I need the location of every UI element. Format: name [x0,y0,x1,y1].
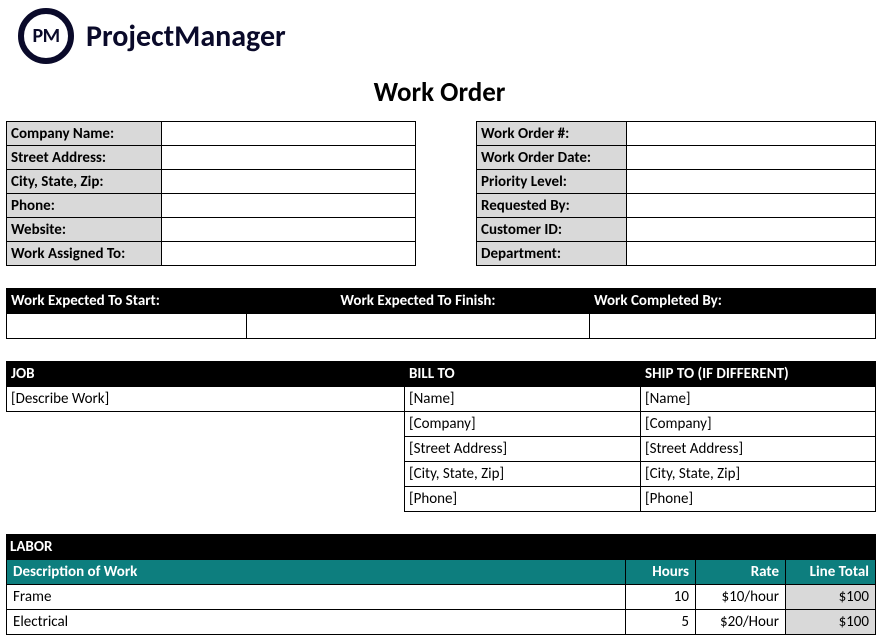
value-company-name[interactable] [162,122,416,146]
label-work-start: Work Expected To Start: [7,289,247,314]
labor-header-desc: Description of Work [7,560,626,585]
info-row: Company Name: Street Address: City, Stat… [6,121,876,266]
ship-to-csz[interactable]: [City, State, Zip] [641,462,876,487]
order-info-table: Work Order #: Work Order Date: Priority … [476,121,876,266]
job-empty [7,487,405,512]
label-department: Department: [477,242,627,266]
header-job: JOB [7,362,405,387]
label-company-name: Company Name: [7,122,162,146]
value-work-completed[interactable] [589,314,875,339]
labor-rate[interactable]: $10/hour [696,585,786,610]
labor-row: Frame 10 $10/hour $100 [7,585,876,610]
job-empty [7,437,405,462]
bill-to-csz[interactable]: [City, State, Zip] [405,462,641,487]
page-title: Work Order [6,72,873,121]
value-street-address[interactable] [162,146,416,170]
labor-line-total: $100 [786,610,876,635]
label-work-finish: Work Expected To Finish: [247,289,590,314]
job-bill-ship-table: JOB BILL TO SHIP TO (IF DIFFERENT) [Desc… [6,361,876,512]
value-work-order-num[interactable] [627,122,876,146]
labor-desc[interactable]: Frame [7,585,626,610]
logo-icon: PM [18,8,74,64]
bill-to-company[interactable]: [Company] [405,412,641,437]
value-priority-level[interactable] [627,170,876,194]
label-phone: Phone: [7,194,162,218]
label-work-assigned-to: Work Assigned To: [7,242,162,266]
label-work-order-num: Work Order #: [477,122,627,146]
header-bill-to: BILL TO [405,362,641,387]
value-work-order-date[interactable] [627,146,876,170]
labor-desc[interactable]: Electrical [7,610,626,635]
bill-to-name[interactable]: [Name] [405,387,641,412]
labor-section-label: LABOR [6,534,876,559]
value-department[interactable] [627,242,876,266]
labor-header-line-total: Line Total [786,560,876,585]
labor-hours[interactable]: 5 [626,610,696,635]
ship-to-name[interactable]: [Name] [641,387,876,412]
value-phone[interactable] [162,194,416,218]
dates-table: Work Expected To Start: Work Expected To… [6,288,876,339]
labor-header-hours: Hours [626,560,696,585]
company-info-table: Company Name: Street Address: City, Stat… [6,121,416,266]
brand-name: ProjectManager [86,18,286,55]
value-customer-id[interactable] [627,218,876,242]
label-priority-level: Priority Level: [477,170,627,194]
ship-to-company[interactable]: [Company] [641,412,876,437]
label-requested-by: Requested By: [477,194,627,218]
value-work-start[interactable] [7,314,247,339]
job-empty [7,462,405,487]
value-work-assigned-to[interactable] [162,242,416,266]
label-work-order-date: Work Order Date: [477,146,627,170]
label-website: Website: [7,218,162,242]
value-work-finish[interactable] [247,314,590,339]
value-website[interactable] [162,218,416,242]
labor-hours[interactable]: 10 [626,585,696,610]
job-description[interactable]: [Describe Work] [7,387,405,412]
labor-table: Description of Work Hours Rate Line Tota… [6,559,876,635]
labor-header-rate: Rate [696,560,786,585]
ship-to-phone[interactable]: [Phone] [641,487,876,512]
value-city-state-zip[interactable] [162,170,416,194]
labor-line-total: $100 [786,585,876,610]
label-customer-id: Customer ID: [477,218,627,242]
bill-to-street[interactable]: [Street Address] [405,437,641,462]
label-street-address: Street Address: [7,146,162,170]
header-ship-to: SHIP TO (IF DIFFERENT) [641,362,876,387]
label-city-state-zip: City, State, Zip: [7,170,162,194]
label-work-completed: Work Completed By: [589,289,875,314]
labor-rate[interactable]: $20/Hour [696,610,786,635]
job-empty [7,412,405,437]
bill-to-phone[interactable]: [Phone] [405,487,641,512]
header: PM ProjectManager [6,6,873,72]
ship-to-street[interactable]: [Street Address] [641,437,876,462]
value-requested-by[interactable] [627,194,876,218]
labor-row: Electrical 5 $20/Hour $100 [7,610,876,635]
